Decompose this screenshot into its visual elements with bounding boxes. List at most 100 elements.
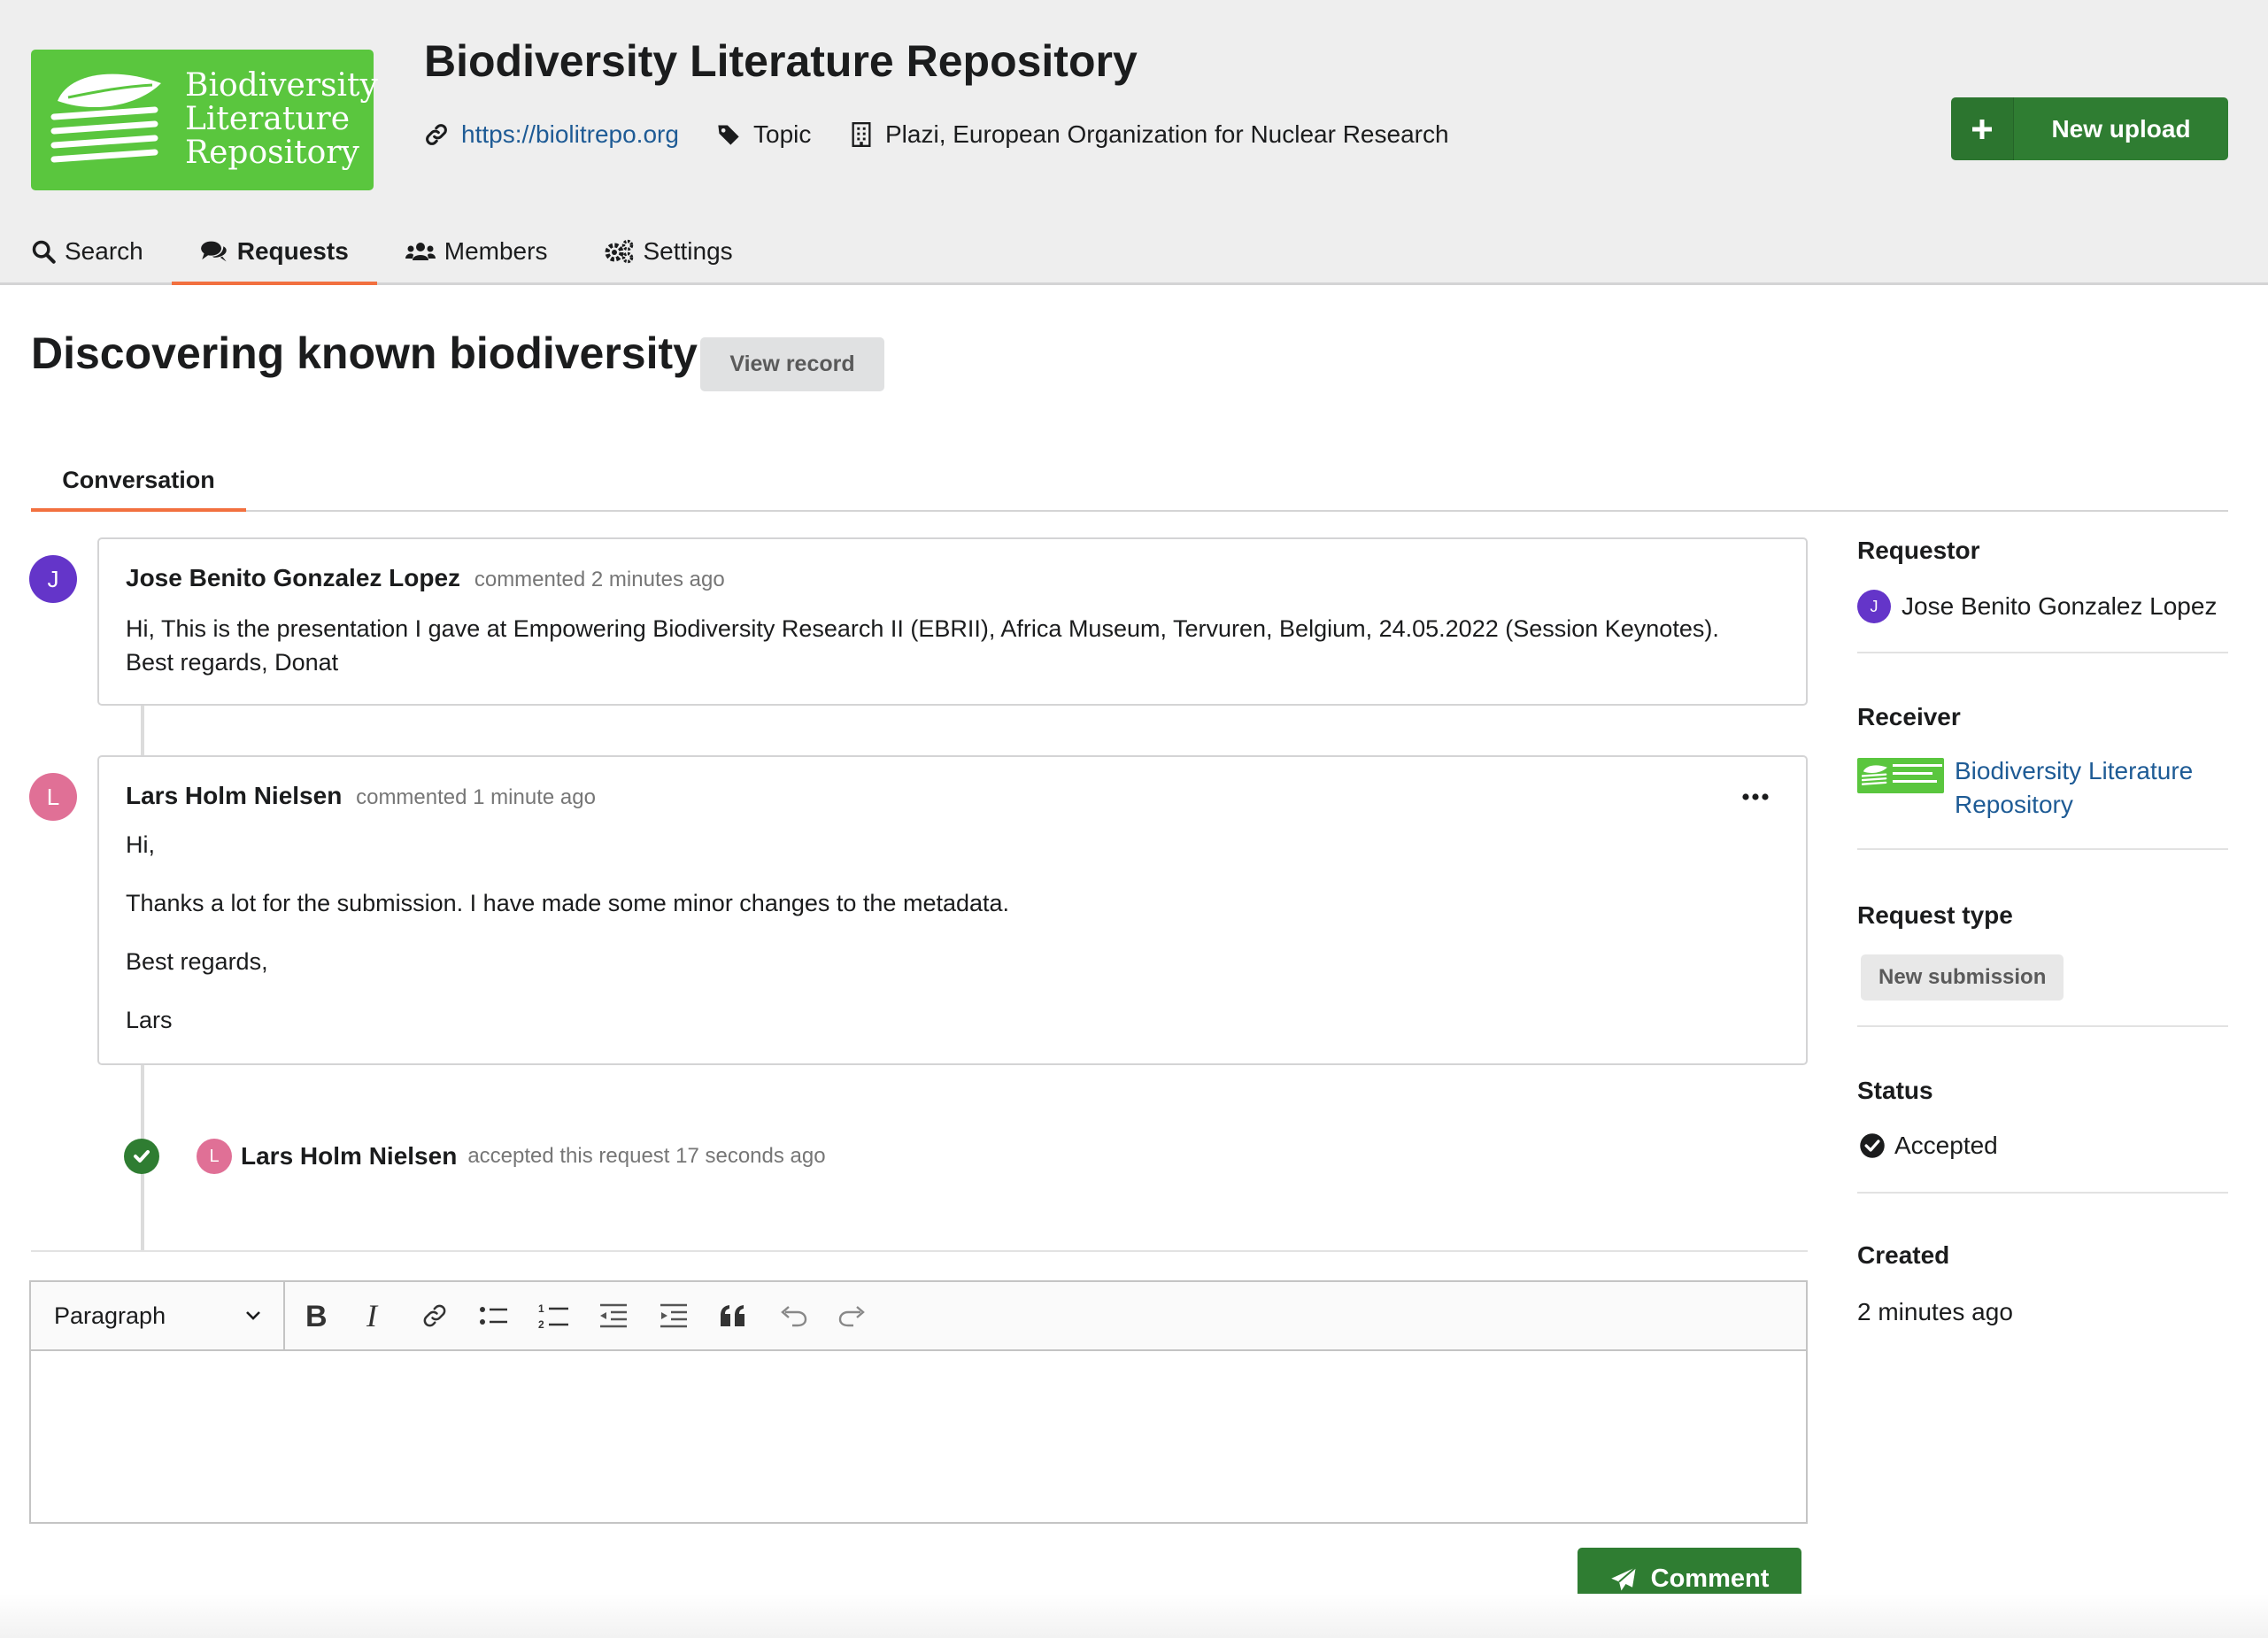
status-text: Accepted xyxy=(1894,1132,1998,1159)
event-text: accepted this request 17 seconds ago xyxy=(467,1144,826,1168)
bold-button[interactable]: B xyxy=(285,1282,345,1349)
status-heading: Status xyxy=(1857,1077,1933,1104)
link-icon xyxy=(423,1304,446,1327)
comment-line: Thanks a lot for the submission. I have … xyxy=(126,890,1010,916)
indent-button[interactable] xyxy=(644,1282,704,1349)
blockquote-icon xyxy=(721,1305,745,1326)
redo-button[interactable] xyxy=(823,1282,883,1349)
comment-header: Jose Benito Gonzalez Lopez commented 2 m… xyxy=(126,564,725,592)
check-circle-icon xyxy=(1860,1133,1885,1158)
link-button[interactable] xyxy=(405,1282,465,1349)
comment-author[interactable]: Lars Holm Nielsen xyxy=(126,782,342,809)
request-type-badge: New submission xyxy=(1861,954,2064,1001)
community-topic: Topic xyxy=(716,120,811,149)
comment-card: Jose Benito Gonzalez Lopez commented 2 m… xyxy=(97,537,1808,706)
event-author[interactable]: Lars Holm Nielsen xyxy=(241,1142,457,1171)
bulleted-list-button[interactable] xyxy=(465,1282,525,1349)
community-logo[interactable]: Biodiversity Literature Repository xyxy=(31,50,378,190)
leaf-books-icon xyxy=(50,73,161,163)
italic-icon: I xyxy=(366,1302,379,1330)
tag-icon xyxy=(718,125,739,145)
community-organizations: Plazi, European Organization for Nuclear… xyxy=(850,120,1449,149)
status-value: Accepted xyxy=(1859,1132,1998,1160)
receiver-value[interactable]: Biodiversity Literature Repository xyxy=(1857,757,2193,822)
users-icon xyxy=(405,243,436,260)
receiver-name: Repository xyxy=(1955,791,2073,818)
request-tabs: Conversation xyxy=(31,452,2228,512)
avatar: L xyxy=(197,1139,232,1174)
topic-label: Topic xyxy=(753,120,812,148)
comment-text-area[interactable] xyxy=(31,1351,1806,1522)
logo-line: Repository xyxy=(185,135,359,171)
logo-text: Biodiversity Literature Repository xyxy=(185,69,378,170)
menu-label: Search xyxy=(65,237,143,265)
indent-icon xyxy=(660,1303,687,1328)
undo-button[interactable] xyxy=(763,1282,823,1349)
leaf-books-icon xyxy=(1862,765,1887,785)
receiver-logo-wordmark xyxy=(1893,761,1942,790)
created-value: 2 minutes ago xyxy=(1857,1298,2013,1325)
menu-item-requests[interactable]: Requests xyxy=(171,221,377,285)
menu-item-members[interactable]: Members xyxy=(377,221,576,282)
bold-icon: B xyxy=(305,1302,328,1330)
community-header: Biodiversity Literature Repository Biodi… xyxy=(0,0,2268,285)
link-icon xyxy=(426,124,447,145)
outdent-button[interactable] xyxy=(584,1282,644,1349)
menu-label: Members xyxy=(444,237,548,265)
comment-line: Hi, This is the presentation I gave at E… xyxy=(126,615,1719,642)
sidebar-requestor: Requestor J Jose Benito Gonzalez Lopez xyxy=(1857,522,2228,653)
page-bottom xyxy=(0,1594,2268,1638)
sidebar-receiver: Receiver Biodiversity Literature Reposit… xyxy=(1857,653,2228,850)
logo-line: Literature xyxy=(185,101,351,137)
italic-button[interactable]: I xyxy=(345,1282,405,1349)
more-actions-icon[interactable] xyxy=(1742,792,1769,801)
comment-line: Hi, xyxy=(126,831,155,858)
request-type-heading: Request type xyxy=(1857,901,2013,929)
receiver-link[interactable]: Biodiversity Literature Repository xyxy=(1955,754,2193,822)
building-icon xyxy=(852,122,871,147)
website-link[interactable]: https://biolitrepo.org xyxy=(461,120,679,149)
menu-item-settings[interactable]: Settings xyxy=(575,221,760,282)
community-website[interactable]: https://biolitrepo.org xyxy=(424,120,679,149)
numbered-list-button[interactable]: 1 2 xyxy=(524,1282,584,1349)
undo-icon xyxy=(780,1306,806,1327)
svg-text:1: 1 xyxy=(538,1302,544,1315)
logo-line: Biodiversity xyxy=(185,67,378,104)
avatar: J xyxy=(1857,590,1891,623)
svg-text:I: I xyxy=(366,1302,379,1330)
comment-header: Lars Holm Nielsen commented 1 minute ago xyxy=(126,782,596,810)
comment-body: Hi, This is the presentation I gave at E… xyxy=(126,612,1719,679)
receiver-name: Biodiversity Literature xyxy=(1955,757,2194,784)
comments-icon xyxy=(200,241,227,262)
menu-label: Requests xyxy=(236,237,349,265)
requestor-name: Jose Benito Gonzalez Lopez xyxy=(1902,592,2218,620)
numbered-list-icon: 1 2 xyxy=(538,1302,568,1330)
redo-icon xyxy=(839,1306,866,1327)
request-type-value: New submission xyxy=(1861,954,2064,1001)
svg-text:2: 2 xyxy=(538,1318,544,1330)
menu-item-search[interactable]: Search xyxy=(3,221,172,282)
comment-card: Lars Holm Nielsen commented 1 minute ago… xyxy=(97,755,1808,1065)
comment-time: commented 1 minute ago xyxy=(356,785,596,809)
new-upload-button[interactable]: New upload xyxy=(1951,97,2228,160)
comment-author[interactable]: Jose Benito Gonzalez Lopez xyxy=(126,564,460,591)
outdent-icon xyxy=(600,1303,628,1328)
receiver-logo xyxy=(1857,758,1944,793)
sidebar-request-type: Request type New submission xyxy=(1857,850,2228,1027)
comment-line: Best regards, xyxy=(126,948,268,975)
blockquote-button[interactable] xyxy=(704,1282,764,1349)
community-title[interactable]: Biodiversity Literature Repository xyxy=(424,35,1138,87)
plus-icon xyxy=(1951,97,2014,160)
menu-label: Settings xyxy=(643,237,733,265)
chevron-down-icon xyxy=(246,1311,260,1320)
comment-body: Hi, Thanks a lot for the submission. I h… xyxy=(126,828,1009,1037)
requestor-value[interactable]: J Jose Benito Gonzalez Lopez xyxy=(1857,590,2217,623)
block-format-select[interactable]: Paragraph xyxy=(31,1282,285,1349)
community-menu: Search Requests Members Settings xyxy=(31,221,761,285)
bulleted-list-icon xyxy=(480,1307,508,1325)
cogs-icon xyxy=(605,239,634,264)
editor-toolbar: Paragraph B I 1 2 xyxy=(31,1282,1806,1351)
tab-conversation[interactable]: Conversation xyxy=(31,452,246,512)
view-record-button[interactable]: View record xyxy=(700,337,884,391)
new-upload-label: New upload xyxy=(2051,114,2191,143)
